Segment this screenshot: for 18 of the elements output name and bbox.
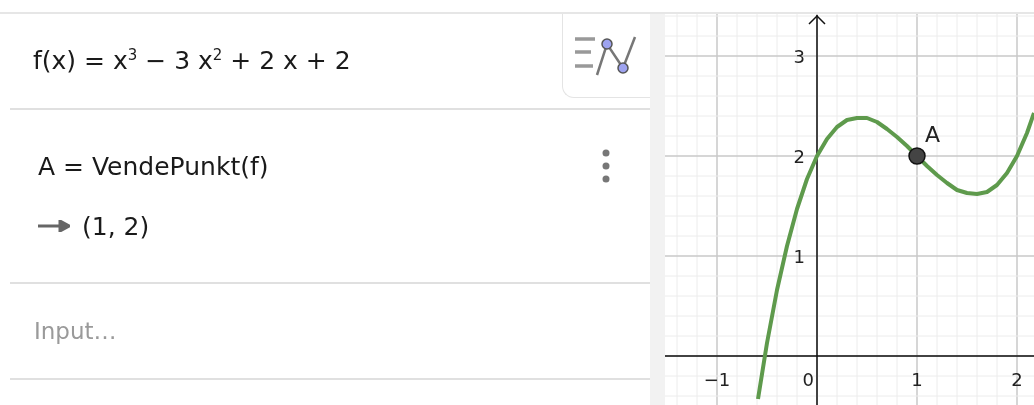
x-tick-label: −1 <box>703 369 731 390</box>
x-tick-label: 2 <box>1011 369 1023 390</box>
x-tick-label: 0 <box>802 369 814 390</box>
more-options-icon[interactable] <box>602 149 610 183</box>
graph-view[interactable]: −1 0 1 2 1 2 3 A <box>665 14 1034 405</box>
function-definition[interactable]: f(x) = x$^{3}$ − 3 x$^{2}$ + 2 x + 2 <box>33 46 351 76</box>
y-tick-label: 1 <box>793 246 805 267</box>
algebra-view-style-button[interactable] <box>562 14 650 98</box>
result-value: (1, 2) <box>82 211 150 241</box>
result-arrow-icon <box>38 220 70 232</box>
y-tick-label: 3 <box>793 46 805 67</box>
input-field[interactable]: Input… <box>26 314 442 348</box>
point-label: A <box>925 122 941 147</box>
x-tick-label: 1 <box>911 369 923 390</box>
function-graph[interactable] <box>756 112 1034 400</box>
point[interactable] <box>908 147 926 165</box>
command-definition[interactable]: A = VendePunkt(f) <box>38 151 269 181</box>
y-tick-label: 2 <box>793 146 805 167</box>
